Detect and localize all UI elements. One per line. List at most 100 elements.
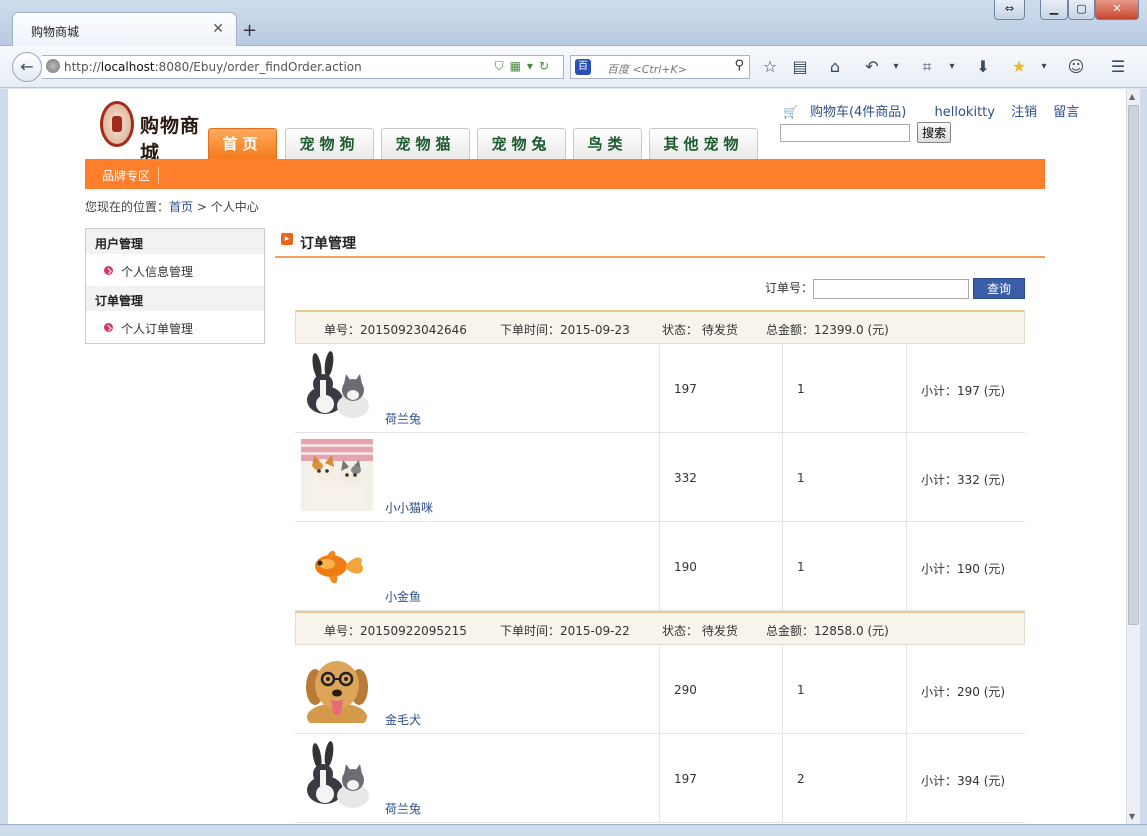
close-window-icon[interactable]: ✕ [1095, 0, 1139, 20]
product-cell: 荷兰兔 [295, 734, 660, 822]
sidebar-item-my-orders[interactable]: 个人订单管理 [86, 311, 264, 343]
order-number-input[interactable] [813, 279, 969, 299]
site-search: 搜索 [780, 122, 952, 143]
user-links: 🛒 购物车(4件商品) hellokitty 注销 留言 [783, 101, 1091, 120]
product-cell: 荷兰兔 [295, 344, 660, 432]
query-button[interactable]: 查询 [973, 278, 1025, 299]
undo-icon[interactable]: ↶ [860, 55, 884, 79]
scroll-up-icon[interactable]: ▲ [1129, 92, 1135, 101]
breadcrumb-prefix: 您现在的位置： [85, 200, 170, 214]
scroll-down-icon[interactable]: ▼ [1129, 812, 1135, 821]
logo-seal-icon [100, 101, 134, 147]
menu-icon[interactable]: ☰ [1106, 55, 1130, 79]
url-host: localhost [100, 60, 155, 74]
new-tab-icon[interactable]: + [242, 20, 257, 41]
dropdown-arrow-icon[interactable]: ▾ [1032, 55, 1056, 79]
browser-search-input[interactable]: 百 百度 <Ctrl+K> ⚲ [570, 55, 750, 79]
product-image[interactable] [301, 439, 373, 511]
product-image[interactable] [301, 350, 373, 422]
download-icon[interactable]: ⬇ [971, 55, 995, 79]
vertical-scrollbar[interactable]: ▲ ▼ [1126, 89, 1140, 824]
close-tab-icon[interactable]: ✕ [212, 21, 224, 37]
breadcrumb-home[interactable]: 首页 [169, 200, 193, 214]
order-header: 单号：20150922095215 下单时间：2015-09-22 状态： 待发货 总… [295, 611, 1025, 645]
url-path: :8080/Ebuy/order_findOrder.action [154, 60, 362, 74]
pet-photo [301, 528, 373, 600]
bullet-arrow-icon [104, 323, 113, 332]
tab-other-pets[interactable]: 其他宠物 [649, 128, 758, 159]
product-image[interactable] [301, 651, 373, 723]
tab-dogs[interactable]: 宠物狗 [285, 128, 374, 159]
tab-rabbits[interactable]: 宠物兔 [477, 128, 566, 159]
site-search-input[interactable] [780, 123, 910, 142]
site-search-button[interactable]: 搜索 [917, 122, 952, 143]
restore-window-icon[interactable]: ⇔ [994, 0, 1025, 20]
product-price-cell: 332 [660, 433, 783, 521]
dropdown-arrow-icon[interactable]: ▾ [884, 55, 908, 79]
cart-link[interactable]: 🛒 购物车(4件商品) [783, 105, 918, 120]
message-link[interactable]: 留言 [1053, 105, 1079, 120]
orders-list: 单号：20150923042646 下单时间：2015-09-23 状态： 待发货总… [295, 310, 1025, 823]
scroll-thumb[interactable] [1128, 105, 1139, 625]
product-price-cell: 190 [660, 522, 783, 610]
product-price: 332 [674, 471, 697, 485]
order-status: 状态： 待发货 [662, 624, 738, 638]
browser-tab[interactable]: 购物商城 ✕ [12, 12, 237, 46]
product-price: 190 [674, 560, 697, 574]
product-subtotal-cell: 小计：197 (元) [907, 344, 1025, 432]
product-subtotal: 小计：290 (元) [921, 685, 1006, 699]
product-quantity-cell: 2 [783, 734, 907, 822]
order-number-label: 订单号： [765, 281, 814, 295]
maximize-icon[interactable]: ▢ [1068, 0, 1095, 20]
extension-star-icon[interactable]: ★ [1007, 55, 1031, 79]
product-name-link[interactable]: 荷兰兔 [385, 800, 421, 817]
product-image[interactable] [301, 528, 373, 600]
tab-home[interactable]: 首页 [208, 128, 277, 159]
crop-icon[interactable]: ⌗ [915, 55, 939, 79]
sidebar-item-label: 个人订单管理 [121, 322, 194, 336]
web-page: 购物商城 🛒 购物车(4件商品) hellokitty 注销 留言 搜索 首页 宠… [8, 89, 1126, 824]
search-icon[interactable]: ⚲ [734, 58, 744, 73]
reading-list-icon[interactable]: ▤ [788, 55, 812, 79]
search-engine-icon[interactable]: 百 [575, 59, 591, 75]
back-arrow-icon[interactable]: ← [12, 52, 42, 82]
product-subtotal: 小计：394 (元) [921, 774, 1006, 788]
product-name-link[interactable]: 小金鱼 [385, 588, 421, 605]
order-item-row: 小小猫咪 332 1 小计：332 (元) [295, 433, 1025, 522]
minimize-icon[interactable]: ▁ [1040, 0, 1068, 20]
chat-icon[interactable]: ☺ [1064, 55, 1088, 79]
product-cell: 小小猫咪 [295, 433, 660, 521]
sidebar-item-profile[interactable]: 个人信息管理 [86, 254, 264, 286]
bookmark-star-icon[interactable]: ☆ [758, 55, 782, 79]
home-icon[interactable]: ⌂ [823, 55, 847, 79]
order-time: 下单时间：2015-09-22 [500, 624, 630, 638]
url-tools-icons[interactable]: ⛉▦▾↻ [495, 59, 555, 74]
product-subtotal-cell: 小计：394 (元) [907, 734, 1025, 822]
tab-cats[interactable]: 宠物猫 [381, 128, 470, 159]
brand-zone-link[interactable]: 品牌专区 [102, 167, 160, 184]
tab-birds[interactable]: 鸟类 [573, 128, 642, 159]
sidebar-heading-orders: 订单管理 [86, 286, 264, 311]
product-quantity: 1 [797, 683, 805, 697]
product-name-link[interactable]: 小小猫咪 [385, 499, 433, 516]
product-quantity: 2 [797, 772, 805, 786]
browser-navbar: ← http://localhost:8080/Ebuy/order_findO… [0, 46, 1147, 88]
product-cell: 小金鱼 [295, 522, 660, 610]
pet-photo [301, 350, 373, 422]
site-logo[interactable]: 购物商城 [100, 101, 210, 164]
product-name-link[interactable]: 金毛犬 [385, 711, 421, 728]
username-link[interactable]: hellokitty [935, 105, 995, 120]
product-name-link[interactable]: 荷兰兔 [385, 410, 421, 427]
product-quantity-cell: 1 [783, 522, 907, 610]
order-item-row: 荷兰兔 197 1 小计：197 (元) [295, 344, 1025, 433]
url-bar[interactable]: http://localhost:8080/Ebuy/order_findOrd… [42, 55, 564, 79]
page-title: 订单管理 [300, 236, 356, 252]
product-image[interactable] [301, 740, 373, 812]
cart-link-label: 购物车(4件商品) [809, 105, 907, 120]
order-item-row: 小金鱼 190 1 小计：190 (元) [295, 522, 1025, 611]
order-query: 订单号： 查询 [765, 278, 1025, 299]
product-quantity: 1 [797, 382, 805, 396]
dropdown-arrow-icon[interactable]: ▾ [940, 55, 964, 79]
logout-link[interactable]: 注销 [1011, 105, 1037, 120]
product-quantity: 1 [797, 471, 805, 485]
